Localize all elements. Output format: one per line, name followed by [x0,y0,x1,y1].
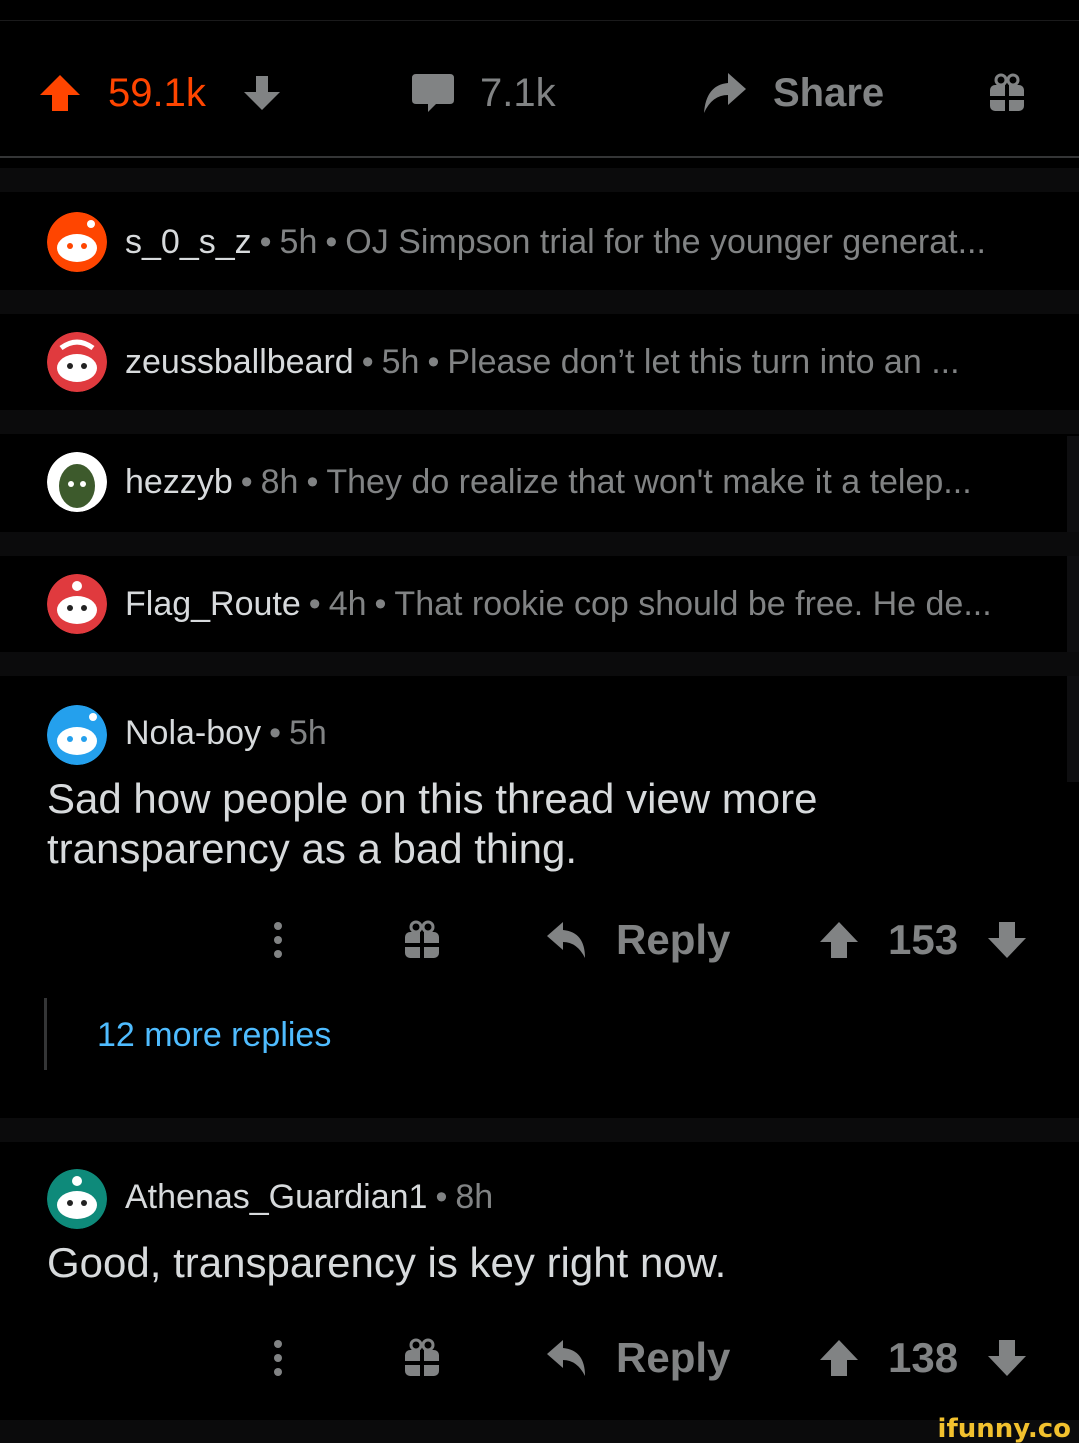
avatar[interactable] [47,212,107,272]
gift-icon[interactable] [402,900,442,980]
comment-snippet: That rookie cop should be free. He de... [394,584,992,623]
more-options-icon[interactable] [270,1318,286,1398]
thread-rail [1067,556,1079,652]
reply-arrow-icon[interactable] [545,900,589,980]
more-replies-link[interactable]: 12 more replies [97,1016,331,1055]
collapsed-comment-row[interactable]: Flag_Route • 4h • That rookie cop should be … [0,556,1079,652]
timestamp: 8h [455,1178,494,1216]
upvote-arrow-icon[interactable] [818,900,860,980]
collapsed-comment-text: zeussballbeard • 5h • Please don’t let this … [125,342,960,381]
avatar[interactable] [47,452,107,512]
post-action-bar: 59.1k 7.1k Share [0,30,1079,156]
row-separator [0,410,1079,434]
action-bar-divider [0,156,1079,158]
comment-meta: Nola-boy • 5h [125,714,327,752]
comment-thread-screen: 59.1k 7.1k Share s_0_s_z • 5h • OJ Simpson t… [0,0,1079,1443]
collapsed-comment-row[interactable]: s_0_s_z • 5h • OJ Simpson trial for the youn… [0,194,1079,290]
post-score: 59.1k [108,70,206,115]
reply-button[interactable]: Reply [616,900,730,980]
collapsed-comment-row[interactable]: zeussballbeard • 5h • Please don’t let this … [0,314,1079,410]
upvote-arrow-icon[interactable] [818,1318,860,1398]
comment-bubble-icon[interactable] [410,30,456,156]
timestamp: 5h [288,714,327,752]
timestamp: 5h [279,222,318,261]
avatar[interactable] [47,705,107,765]
row-separator [0,290,1079,314]
comment-snippet: Please don’t let this turn into an ... [447,342,960,381]
collapsed-comment-text: Flag_Route • 4h • That rookie cop should be … [125,584,992,623]
row-separator [0,1118,1079,1142]
username[interactable]: zeussballbeard [125,343,354,381]
footer-strip [0,1420,1079,1443]
gift-icon[interactable] [402,1318,442,1398]
reply-button[interactable]: Reply [616,1318,730,1398]
avatar[interactable] [47,1169,107,1229]
comment-meta: Athenas_Guardian1 • 8h [125,1178,494,1216]
downvote-arrow-icon[interactable] [242,30,282,156]
thread-rail [1067,436,1079,532]
comment: Nola-boy • 5h Sad how people on this threa… [0,700,1079,1000]
comment-count: 7.1k [480,70,556,115]
comment-actions: Reply 153 [0,900,1079,980]
avatar[interactable] [47,574,107,634]
reply-arrow-icon[interactable] [545,1318,589,1398]
avatar[interactable] [47,332,107,392]
row-separator [0,168,1079,192]
downvote-arrow-icon[interactable] [986,900,1028,980]
timestamp: 5h [381,342,420,381]
upvote-arrow-icon[interactable] [38,30,82,156]
comment-snippet: OJ Simpson trial for the younger generat… [345,222,986,261]
share-arrow-icon[interactable] [700,30,748,156]
collapsed-comment-text: hezzyb • 8h • They do realize that won't mak… [125,462,972,501]
top-divider [0,20,1079,21]
comment: Athenas_Guardian1 • 8h Good, transparency … [0,1164,1079,1414]
comment-body: Sad how people on this thread view more … [47,774,1047,874]
username[interactable]: Nola-boy [125,714,261,752]
comment-score: 138 [888,1334,959,1381]
comment-header: Athenas_Guardian1 • 8h [0,1164,1079,1234]
comment-score: 153 [888,916,959,963]
username[interactable]: Athenas_Guardian1 [125,1178,427,1216]
comment-line: Good, transparency is key right now. [47,1239,727,1286]
row-separator [0,532,1079,556]
comment-body: Good, transparency is key right now. [47,1238,1047,1288]
comment-snippet: They do realize that won't make it a tel… [326,462,972,501]
username[interactable]: hezzyb [125,463,233,501]
comment-header: Nola-boy • 5h [0,700,1079,770]
gift-icon[interactable] [987,30,1027,156]
timestamp: 4h [328,584,367,623]
collapsed-comment-text: s_0_s_z • 5h • OJ Simpson trial for the youn… [125,222,986,261]
username[interactable]: Flag_Route [125,585,301,623]
comment-line: Sad how people on this thread view more [47,775,818,822]
timestamp: 8h [260,462,299,501]
share-button[interactable]: Share [773,30,884,156]
comment-actions: Reply 138 [0,1318,1079,1398]
collapsed-comment-row[interactable]: hezzyb • 8h • They do realize that won't mak… [0,434,1079,530]
more-options-icon[interactable] [270,900,286,980]
comment-line: transparency as a bad thing. [47,825,578,872]
downvote-arrow-icon[interactable] [986,1318,1028,1398]
ifunny-watermark: ifunny.co [937,1414,1071,1443]
row-separator [0,652,1079,676]
username[interactable]: s_0_s_z [125,223,252,261]
more-replies-thread: 12 more replies [44,998,331,1070]
